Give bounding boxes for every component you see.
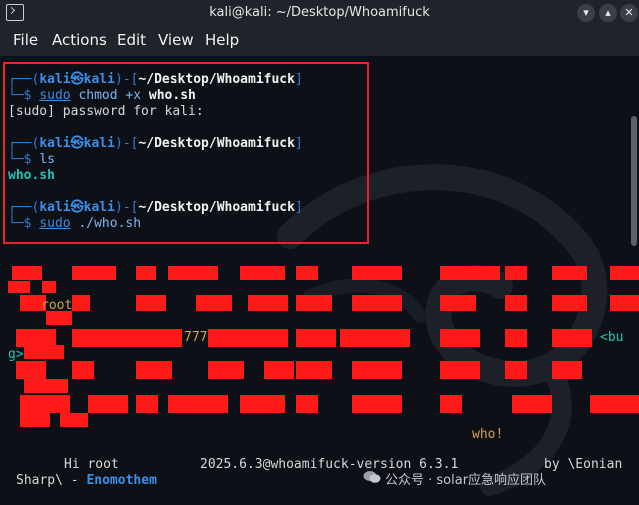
maximize-icon[interactable]: ▴ xyxy=(599,4,617,22)
author-text: by \Eonian xyxy=(544,457,623,472)
close-icon[interactable]: ✕ xyxy=(620,4,638,22)
menu-edit[interactable]: Edit xyxy=(117,31,146,49)
watermark-text: 公众号 · solar应急响应团队 xyxy=(385,473,547,488)
credits-line: Sharp\ - Enomothem xyxy=(16,473,157,488)
banner-g-label: g> xyxy=(8,347,24,362)
vertical-scrollbar[interactable] xyxy=(631,116,637,246)
banner-bu-label: <bu xyxy=(600,330,624,345)
banner-number-label: 777 xyxy=(184,330,208,345)
terminal-output[interactable]: ┌──(kali㉿kali)-[~/Desktop/Whoamifuck] └─… xyxy=(0,56,639,505)
wechat-icon xyxy=(363,471,381,483)
menu-file[interactable]: File xyxy=(13,31,38,49)
banner-who-label: who! xyxy=(472,427,504,442)
greeting-text: Hi root xyxy=(64,457,119,472)
window-title: kali@kali: ~/Desktop/Whoamifuck xyxy=(209,5,430,20)
menu-bar: File Actions Edit View Help xyxy=(0,26,639,56)
title-bar: kali@kali: ~/Desktop/Whoamifuck ▾ ▴ ✕ xyxy=(0,0,639,26)
menu-actions[interactable]: Actions xyxy=(52,31,107,49)
menu-help[interactable]: Help xyxy=(205,31,239,49)
banner-root-label: root xyxy=(41,298,73,313)
menu-view[interactable]: View xyxy=(158,31,194,49)
ascii-banner: root 777 <bu g> who! xyxy=(0,261,639,461)
minimize-icon[interactable]: ▾ xyxy=(577,4,595,22)
red-highlight-box xyxy=(3,62,369,244)
